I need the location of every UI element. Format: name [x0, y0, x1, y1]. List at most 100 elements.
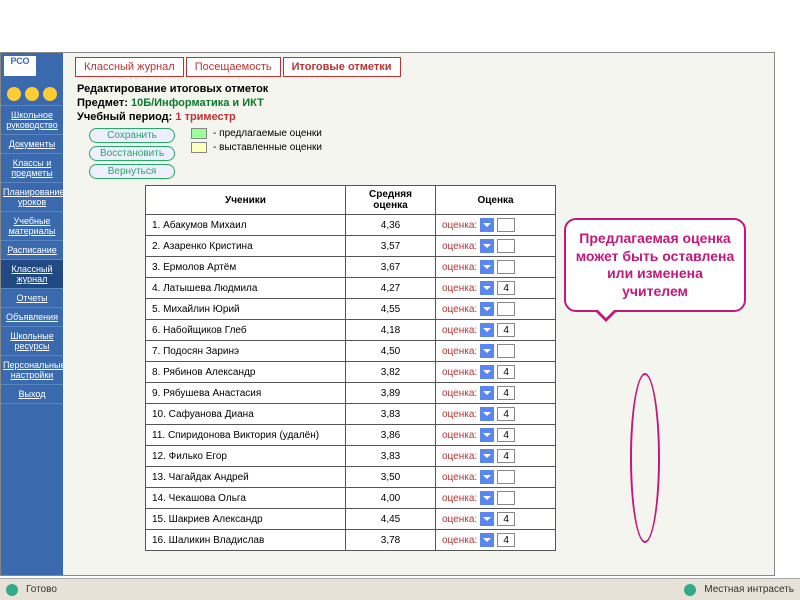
sidebar-item-11[interactable]: Выход [1, 385, 63, 404]
grade-dropdown[interactable] [480, 302, 494, 316]
grade-value[interactable] [497, 218, 515, 232]
grade-dropdown[interactable] [480, 365, 494, 379]
tab-1[interactable]: Посещаемость [186, 57, 281, 77]
earth-icon [6, 584, 18, 596]
table-row: 10. Сафуанова Диана3,83оценка:4 [146, 404, 556, 425]
grade-value[interactable] [497, 302, 515, 316]
grade-value[interactable]: 4 [497, 281, 515, 295]
table-row: 13. Чагайдак Андрей3,50оценка: [146, 467, 556, 488]
grade-dropdown[interactable] [480, 533, 494, 547]
grade-value[interactable] [497, 344, 515, 358]
sidebar-item-3[interactable]: Планирование уроков [1, 183, 63, 212]
sidebar-item-1[interactable]: Документы [1, 135, 63, 154]
avg-cell: 4,18 [346, 320, 436, 341]
table-row: 4. Латышева Людмила4,27оценка:4 [146, 278, 556, 299]
period-label: Учебный период: [77, 111, 172, 123]
subject-value: 10Б/Информатика и ИКТ [131, 97, 264, 109]
sidebar-item-8[interactable]: Объявления [1, 308, 63, 327]
sidebar-item-9[interactable]: Школьные ресурсы [1, 327, 63, 356]
grade-value[interactable]: 4 [497, 323, 515, 337]
grade-value[interactable] [497, 470, 515, 484]
grade-cell: оценка: [436, 299, 556, 320]
grade-dropdown[interactable] [480, 239, 494, 253]
avg-cell: 3,82 [346, 362, 436, 383]
help-icon[interactable] [43, 87, 57, 101]
back-button[interactable]: Вернуться [89, 164, 175, 179]
subject-label: Предмет: [77, 97, 128, 109]
grade-dropdown[interactable] [480, 491, 494, 505]
table-row: 1. Абакумов Михаил4,36оценка: [146, 215, 556, 236]
student-cell: 16. Шаликин Владислав [146, 530, 346, 551]
grade-value[interactable]: 4 [497, 407, 515, 421]
grade-cell: оценка: [436, 341, 556, 362]
sidebar-item-5[interactable]: Расписание [1, 241, 63, 260]
grade-cell: оценка: [436, 236, 556, 257]
grade-label: оценка: [442, 346, 477, 357]
grade-dropdown[interactable] [480, 281, 494, 295]
sidebar-icons [1, 83, 63, 106]
grade-value[interactable] [497, 260, 515, 274]
grade-value[interactable]: 4 [497, 533, 515, 547]
save-button[interactable]: Сохранить [89, 128, 175, 143]
table-row: 2. Азаренко Кристина3,57оценка: [146, 236, 556, 257]
swatch-suggested [191, 128, 207, 139]
mail-icon[interactable] [7, 87, 21, 101]
grade-dropdown[interactable] [480, 428, 494, 442]
grade-dropdown[interactable] [480, 512, 494, 526]
restore-button[interactable]: Восстановить [89, 146, 175, 161]
col-avg: Средняя оценка [346, 186, 436, 215]
grade-dropdown[interactable] [480, 344, 494, 358]
grade-label: оценка: [442, 409, 477, 420]
annotation-oval [630, 373, 660, 543]
student-cell: 8. Рябинов Александр [146, 362, 346, 383]
zone-icon [684, 584, 696, 596]
grade-dropdown[interactable] [480, 260, 494, 274]
period-value: 1 триместр [175, 111, 235, 123]
student-cell: 9. Рябушева Анастасия [146, 383, 346, 404]
table-row: 15. Шакриев Александр4,45оценка:4 [146, 509, 556, 530]
grade-dropdown[interactable] [480, 449, 494, 463]
app-window: РСО Школьное руководствоДокументыКлассы … [0, 52, 775, 576]
tab-0[interactable]: Классный журнал [75, 57, 184, 77]
sidebar: Школьное руководствоДокументыКлассы и пр… [1, 53, 63, 575]
grade-dropdown[interactable] [480, 386, 494, 400]
grade-label: оценка: [442, 388, 477, 399]
grade-value[interactable]: 4 [497, 428, 515, 442]
grade-dropdown[interactable] [480, 323, 494, 337]
grade-dropdown[interactable] [480, 407, 494, 421]
grade-value[interactable]: 4 [497, 365, 515, 379]
grade-label: оценка: [442, 430, 477, 441]
grade-value[interactable] [497, 491, 515, 505]
grade-value[interactable]: 4 [497, 449, 515, 463]
grade-value[interactable]: 4 [497, 512, 515, 526]
avg-cell: 3,57 [346, 236, 436, 257]
sidebar-item-7[interactable]: Отчеты [1, 289, 63, 308]
sidebar-item-4[interactable]: Учебные материалы [1, 212, 63, 241]
grade-value[interactable] [497, 239, 515, 253]
grade-cell: оценка: 4 [436, 383, 556, 404]
sidebar-item-10[interactable]: Персональные настройки [1, 356, 63, 385]
sidebar-item-0[interactable]: Школьное руководство [1, 106, 63, 135]
grade-dropdown[interactable] [480, 218, 494, 232]
callout: Предлагаемая оценка может быть оставлена… [564, 218, 746, 328]
avg-cell: 4,36 [346, 215, 436, 236]
student-cell: 14. Чекашова Ольга [146, 488, 346, 509]
avg-cell: 4,00 [346, 488, 436, 509]
status-bar: Готово Местная интрасеть [0, 578, 800, 600]
student-cell: 5. Михайлин Юрий [146, 299, 346, 320]
legend: - предлагаемые оценки - выставленные оце… [191, 128, 322, 153]
sidebar-item-2[interactable]: Классы и предметы [1, 154, 63, 183]
grade-cell: оценка:4 [436, 530, 556, 551]
status-ready: Готово [26, 584, 57, 595]
grade-cell: оценка:4 [436, 509, 556, 530]
tab-2[interactable]: Итоговые отметки [283, 57, 401, 77]
grade-dropdown[interactable] [480, 470, 494, 484]
user-icon[interactable] [25, 87, 39, 101]
callout-text: Предлагаемая оценка может быть оставлена… [564, 218, 746, 312]
page-title: Редактирование итоговых отметок [77, 83, 268, 95]
sidebar-item-6[interactable]: Классный журнал [1, 260, 63, 289]
grade-label: оценка: [442, 304, 477, 315]
tabs: Классный журналПосещаемостьИтоговые отме… [75, 57, 766, 77]
avg-cell: 4,45 [346, 509, 436, 530]
grade-value[interactable]: 4 [497, 386, 515, 400]
